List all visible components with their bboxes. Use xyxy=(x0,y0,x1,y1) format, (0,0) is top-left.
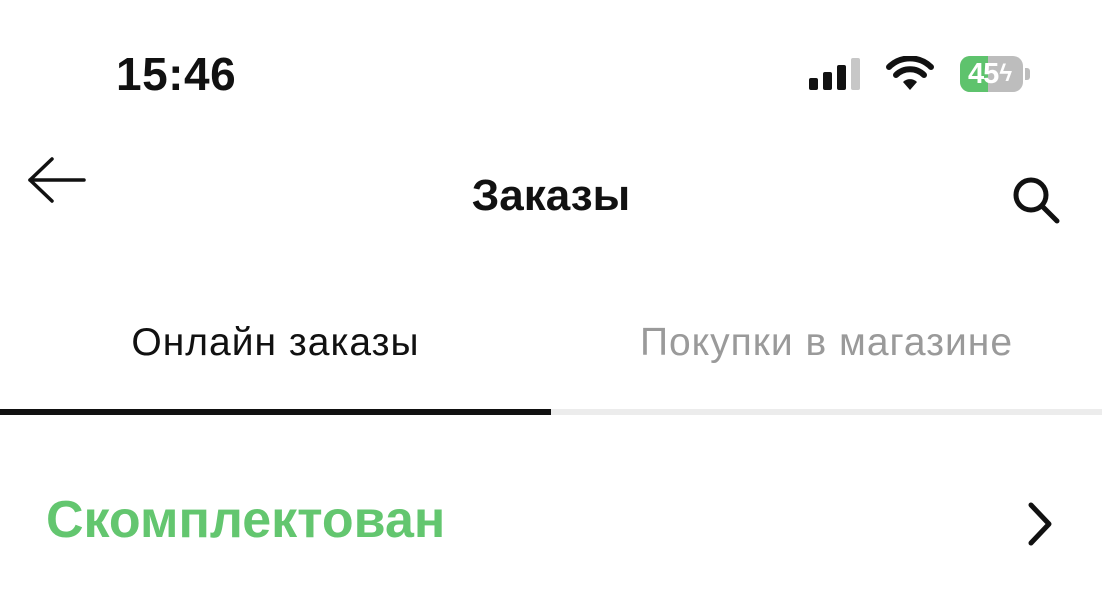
tab-underline-active xyxy=(0,409,551,415)
tab-store-purchases-label: Покупки в магазине xyxy=(639,321,1014,364)
order-status: Скомплектован xyxy=(46,491,446,549)
battery-cap xyxy=(1025,68,1030,80)
status-bar: 15:46 45 ϟ xyxy=(0,0,1102,130)
battery-percent: 45 xyxy=(968,57,999,90)
tab-online-orders-label: Онлайн заказы xyxy=(131,321,420,364)
status-icons: 45 ϟ xyxy=(809,52,1030,96)
order-status-row[interactable]: Скомплектован xyxy=(0,440,1102,600)
battery-icon: 45 ϟ xyxy=(960,56,1030,92)
chevron-right-icon xyxy=(1020,498,1060,550)
signal-icon xyxy=(809,58,860,90)
tabs: Онлайн заказы Покупки в магазине xyxy=(0,270,1102,416)
bolt-icon: ϟ xyxy=(999,60,1012,87)
search-button[interactable] xyxy=(1004,168,1068,232)
search-icon xyxy=(1013,177,1060,224)
wifi-icon xyxy=(886,56,934,90)
status-time: 15:46 xyxy=(116,48,237,100)
tab-online-orders[interactable]: Онлайн заказы xyxy=(0,270,551,416)
tab-store-purchases[interactable]: Покупки в магазине xyxy=(551,270,1102,416)
header: Заказы xyxy=(0,130,1102,270)
page-title: Заказы xyxy=(471,171,631,220)
